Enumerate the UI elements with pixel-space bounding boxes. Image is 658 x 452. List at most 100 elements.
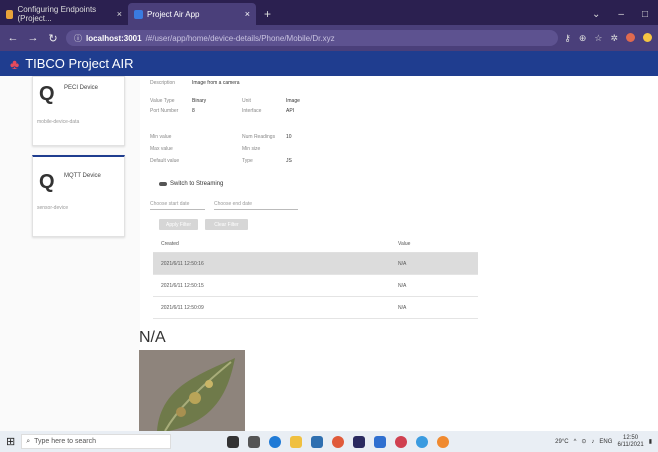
type-value: JS xyxy=(286,158,292,164)
tab-favicon-icon xyxy=(6,9,14,19)
clock-time: 12:50 xyxy=(623,434,639,441)
end-date-field[interactable]: Choose end date xyxy=(214,200,298,210)
minimize-icon[interactable]: – xyxy=(618,9,624,20)
row-date: 2021/6/11 12:50:16 xyxy=(161,260,204,267)
extensions-icon[interactable]: ✲ xyxy=(610,33,618,44)
table-row[interactable]: 2021/6/11 12:50:09 N/A xyxy=(153,297,478,319)
row-date: 2021/6/11 12:50:09 xyxy=(161,304,204,311)
app-header: ♣ TIBCO Project AIR xyxy=(0,51,658,76)
device-card-selected[interactable]: Q MQTT Device sensor-device xyxy=(32,155,125,237)
port-number-value: 8 xyxy=(192,108,195,114)
browser-tab-1[interactable]: Configuring Endpoints (Project... × xyxy=(0,3,128,25)
max-value-label: Max value xyxy=(150,146,173,152)
taskbar-search[interactable]: ⌕ Type here to search xyxy=(21,434,172,449)
windows-start-icon[interactable]: ⊞ xyxy=(6,435,15,448)
close-tab-icon[interactable]: × xyxy=(117,9,122,19)
min-size-label: Min size xyxy=(242,146,261,152)
extension-icons: ⚷ ⊕ ☆ ✲ xyxy=(564,32,652,44)
unit-value: Image xyxy=(286,98,300,104)
device-subtitle: mobile-device-data xyxy=(37,119,80,125)
device-name: PECI Device xyxy=(64,85,99,91)
leaf-image xyxy=(139,350,245,431)
unit-label: Unit xyxy=(242,98,251,104)
new-tab-icon[interactable]: + xyxy=(256,3,279,25)
start-date-field[interactable]: Choose start date xyxy=(150,200,205,210)
num-readings-label: Num Readings xyxy=(242,134,276,140)
url-field[interactable]: ⓘ localhost:3001 /#/user/app/home/device… xyxy=(66,30,559,46)
tab-title: Configuring Endpoints (Project... xyxy=(17,5,97,23)
info-icon[interactable]: ⓘ xyxy=(74,33,82,44)
star-icon[interactable]: ☆ xyxy=(594,33,602,44)
clock-date: 6/11/2021 xyxy=(617,441,644,448)
description-label: Description xyxy=(150,80,176,86)
tray-chevron-icon[interactable]: ^ xyxy=(574,439,577,445)
browser-tab-2[interactable]: Project Air App × xyxy=(128,3,256,25)
clock[interactable]: 12:50 6/11/2021 xyxy=(617,435,643,449)
created-column-header[interactable]: Created xyxy=(161,241,179,247)
value-type-value: Binary xyxy=(192,98,207,104)
network-icon[interactable]: ⊙ xyxy=(581,438,586,445)
device-logo-icon: Q xyxy=(39,83,55,105)
volume-icon[interactable]: ♪ xyxy=(591,439,594,445)
search-icon: ⌕ xyxy=(26,437,31,445)
taskbar-apps xyxy=(227,435,450,448)
profile-icon[interactable] xyxy=(626,32,635,42)
task-view-icon[interactable] xyxy=(227,435,240,448)
key-icon[interactable]: ⚷ xyxy=(564,33,571,44)
value-column-header: Value xyxy=(398,241,411,247)
zoom-icon[interactable]: ⊕ xyxy=(579,33,587,44)
preview-value-label: N/A xyxy=(139,329,166,346)
interface-label: Interface xyxy=(242,108,262,114)
url-host: localhost:3001 xyxy=(86,33,142,43)
toggle-icon xyxy=(159,182,167,186)
vscode-icon[interactable] xyxy=(374,435,387,448)
row-value: N/A xyxy=(398,260,407,267)
chrome-icon[interactable] xyxy=(332,435,345,448)
row-date: 2021/6/11 12:50:15 xyxy=(161,282,204,289)
taskbar: ⊞ ⌕ Type here to search 29°C ^ ⊙ ♪ ENG 1… xyxy=(0,431,658,452)
table-header: Created Value xyxy=(153,236,478,253)
app-title: TIBCO Project AIR xyxy=(25,56,134,71)
device-name: MQTT Device xyxy=(64,173,101,179)
search-placeholder: Type here to search xyxy=(34,438,97,445)
browser-icon[interactable] xyxy=(416,435,429,448)
device-card[interactable]: Q PECI Device mobile-device-data xyxy=(32,76,125,146)
description-value: Image from a camera xyxy=(192,80,240,86)
edge-icon[interactable] xyxy=(269,435,282,448)
tab-favicon-icon xyxy=(134,9,143,19)
readings-table: Created Value 2021/6/11 12:50:16 N/A 202… xyxy=(153,236,478,319)
close-tab-icon[interactable]: × xyxy=(245,9,250,19)
firefox-icon[interactable] xyxy=(437,435,450,448)
url-path: /#/user/app/home/device-details/Phone/Mo… xyxy=(145,33,335,43)
file-explorer-icon[interactable] xyxy=(290,435,303,448)
window-expand-icon[interactable]: ⌄ xyxy=(592,9,600,20)
store-icon[interactable] xyxy=(311,435,324,448)
maximize-icon[interactable]: □ xyxy=(642,9,648,20)
table-row[interactable]: 2021/6/11 12:50:15 N/A xyxy=(153,275,478,297)
device-list: Q PECI Device mobile-device-data Q MQTT … xyxy=(0,76,140,431)
browser-tabbar: Configuring Endpoints (Project... × Proj… xyxy=(0,0,658,25)
value-type-label: Value Type xyxy=(150,98,175,104)
streaming-switch[interactable]: Switch to Streaming xyxy=(159,181,223,187)
num-readings-value: 10 xyxy=(286,134,292,140)
interface-value: API xyxy=(286,108,295,114)
weather-text[interactable]: 29°C xyxy=(555,439,568,445)
menu-icon[interactable] xyxy=(643,32,652,42)
back-icon[interactable]: ← xyxy=(6,32,20,44)
widgets-icon[interactable] xyxy=(248,435,261,448)
tibco-logo-icon: ♣ xyxy=(10,55,20,72)
reload-icon[interactable]: ↻ xyxy=(46,32,60,45)
device-subtitle: sensor-device xyxy=(37,205,69,211)
min-value-label: Min value xyxy=(150,134,172,140)
terminal-icon[interactable] xyxy=(353,435,366,448)
notifications-icon[interactable]: ▮ xyxy=(649,438,652,445)
tab-title: Project Air App xyxy=(147,9,200,19)
table-row[interactable]: 2021/6/11 12:50:16 N/A xyxy=(153,253,478,275)
clear-filter-button[interactable]: Clear Filter xyxy=(205,219,248,230)
apply-filter-button[interactable]: Apply Filter xyxy=(159,219,198,230)
forward-icon[interactable]: → xyxy=(26,32,40,44)
window-controls: ⌄ – □ xyxy=(582,3,658,25)
app-icon[interactable] xyxy=(395,435,408,448)
leaf-icon xyxy=(139,350,245,431)
language-text[interactable]: ENG xyxy=(599,439,612,445)
